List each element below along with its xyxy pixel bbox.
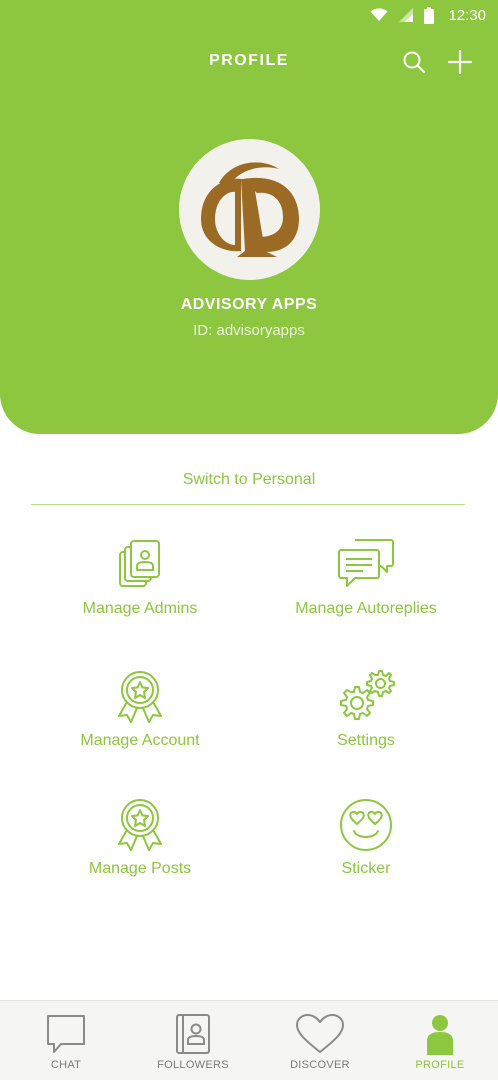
manage-posts-button[interactable]: Manage Posts <box>20 798 260 908</box>
sticker-button[interactable]: Sticker <box>246 798 486 908</box>
menu-label: Manage Admins <box>82 600 198 617</box>
award-badge-icon <box>118 799 162 851</box>
menu-label: Manage Account <box>80 732 200 749</box>
manage-admins-button[interactable]: Manage Admins <box>20 538 260 648</box>
bottom-nav: CHAT FOLLOWERS DISCOVER PROFILE <box>0 1000 498 1080</box>
menu-label: Manage Posts <box>88 860 192 877</box>
status-time: 12:30 <box>448 6 486 24</box>
admins-cards-icon <box>119 540 160 587</box>
nav-label: CHAT <box>50 1059 82 1071</box>
manage-account-button[interactable]: Manage Account <box>20 670 260 780</box>
advisory-apps-logo <box>179 139 320 280</box>
award-badge-icon <box>118 671 162 723</box>
cell-signal-icon <box>399 8 414 22</box>
profile-id: ID: advisoryapps <box>193 322 305 339</box>
nav-chat[interactable]: CHAT <box>4 1001 128 1080</box>
person-icon <box>427 1015 453 1055</box>
top-bar: PROFILE <box>0 42 498 82</box>
avatar[interactable] <box>179 139 320 280</box>
chat-bubble-icon <box>47 1015 85 1053</box>
nav-label: DISCOVER <box>290 1059 350 1071</box>
profile-name: ADVISORY APPS <box>180 296 318 313</box>
nav-discover[interactable]: DISCOVER <box>258 1001 382 1080</box>
nav-label: PROFILE <box>415 1059 465 1071</box>
nav-label: FOLLOWERS <box>157 1059 229 1071</box>
menu-label: Manage Autoreplies <box>295 600 437 617</box>
switch-to-personal-button[interactable]: Switch to Personal <box>0 471 498 489</box>
menu-label: Settings <box>337 732 395 749</box>
battery-icon <box>424 6 435 24</box>
status-bar: 12:30 <box>0 0 498 30</box>
nav-profile[interactable]: PROFILE <box>378 1001 498 1080</box>
contacts-book-icon <box>176 1014 210 1054</box>
chat-bubbles-icon <box>338 539 394 587</box>
divider <box>31 504 465 505</box>
heart-eyes-emoji-icon <box>340 799 392 851</box>
settings-button[interactable]: Settings <box>246 670 486 780</box>
manage-autoreplies-button[interactable]: Manage Autoreplies <box>246 538 486 648</box>
profile-header: 12:30 PROFILE ADVISORY APPS ID: advisory… <box>0 0 498 434</box>
plus-icon[interactable] <box>447 49 473 75</box>
wifi-icon <box>370 8 388 21</box>
nav-followers[interactable]: FOLLOWERS <box>131 1001 255 1080</box>
heart-icon <box>296 1014 344 1053</box>
menu-label: Sticker <box>341 860 391 877</box>
gears-icon <box>340 670 395 720</box>
search-icon[interactable] <box>402 50 426 74</box>
